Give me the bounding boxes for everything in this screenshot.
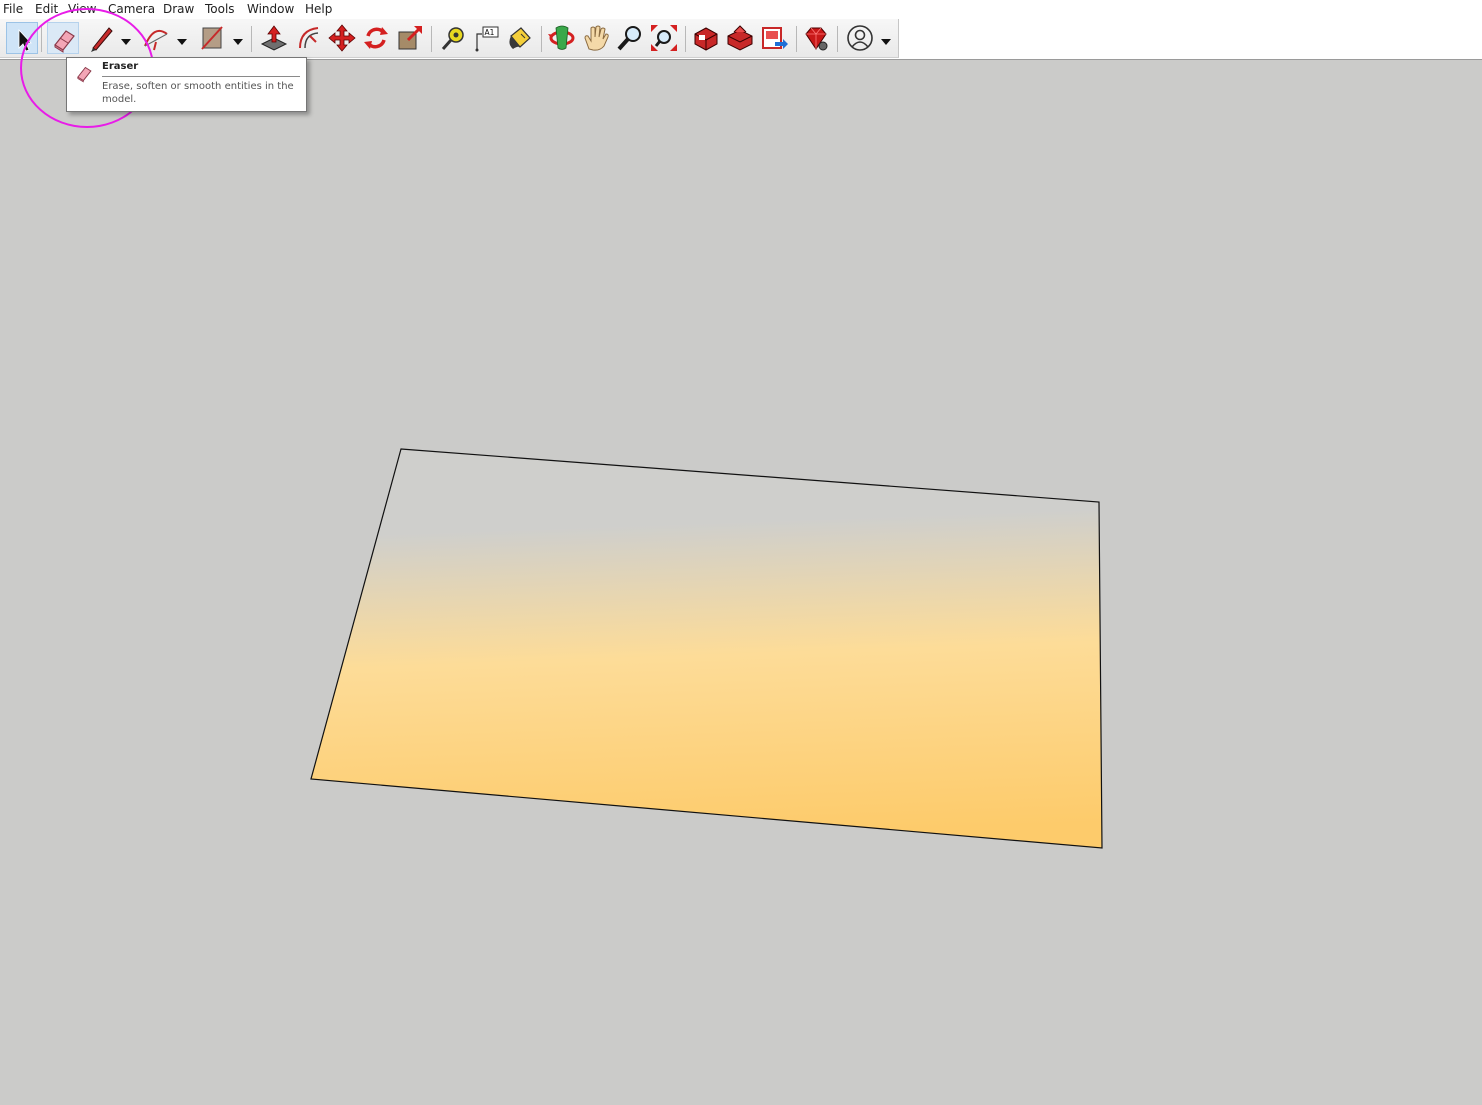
- zoom-extents-icon: [651, 25, 677, 51]
- toolbar-separator: [541, 26, 542, 52]
- chevron-down-icon: [177, 39, 187, 45]
- account-dropdown[interactable]: [880, 32, 892, 45]
- send-to-layout-button[interactable]: [758, 22, 790, 54]
- zoom-extents-tool-button[interactable]: [648, 22, 680, 54]
- orbit-icon: [548, 25, 575, 50]
- tape-measure-tool-button[interactable]: [437, 22, 469, 54]
- orbit-tool-button[interactable]: [546, 22, 578, 54]
- offset-tool-button[interactable]: [292, 22, 324, 54]
- rectangle-icon: [201, 26, 223, 50]
- move-tool-button[interactable]: [326, 22, 358, 54]
- extension-warehouse-icon: [727, 25, 753, 51]
- push-pull-icon: [260, 25, 288, 51]
- eraser-tooltip: Eraser Erase, soften or smooth entities …: [66, 57, 307, 112]
- text-icon: A1: [475, 26, 499, 52]
- rotate-tool-button[interactable]: [360, 22, 392, 54]
- menu-edit[interactable]: Edit: [35, 2, 58, 16]
- menu-help[interactable]: Help: [305, 2, 332, 16]
- scale-icon: [398, 26, 422, 50]
- chevron-down-icon: [233, 39, 243, 45]
- zoom-tool-button[interactable]: [614, 22, 646, 54]
- extension-manager-button[interactable]: [800, 22, 832, 54]
- menu-draw[interactable]: Draw: [163, 2, 194, 16]
- push-pull-tool-button[interactable]: [258, 22, 290, 54]
- chevron-down-icon: [881, 39, 891, 45]
- rotate-icon: [364, 27, 388, 49]
- warehouse-icon: [694, 27, 718, 51]
- toolbar-separator: [837, 26, 838, 52]
- arc-dropdown[interactable]: [176, 32, 188, 45]
- text-tool-glyph: A1: [485, 28, 495, 37]
- paint-bucket-icon: [509, 27, 531, 49]
- tooltip-description: Erase, soften or smooth entities in the …: [102, 81, 294, 105]
- toolbar-separator: [431, 26, 432, 52]
- rectangle-dropdown[interactable]: [232, 32, 244, 45]
- pan-hand-icon: [584, 25, 609, 51]
- menu-window[interactable]: Window: [247, 2, 294, 16]
- extension-warehouse-button[interactable]: [724, 22, 756, 54]
- eraser-icon: [77, 66, 92, 83]
- ruby-gem-icon: [805, 27, 828, 51]
- menu-bar: File Edit View Camera Draw Tools Window …: [0, 0, 1482, 19]
- toolbar-row: A1: [0, 19, 1482, 60]
- scale-tool-button[interactable]: [394, 22, 426, 54]
- tape-measure-icon: [441, 27, 464, 50]
- tooltip-title: Eraser: [102, 61, 139, 72]
- text-tool-button[interactable]: A1: [471, 22, 503, 54]
- toolbar-separator: [685, 26, 686, 52]
- send-to-layout-icon: [762, 27, 788, 49]
- move-icon: [328, 24, 356, 52]
- rectangle-tool-button[interactable]: [196, 22, 228, 54]
- zoom-icon: [617, 26, 641, 51]
- model-viewport[interactable]: [0, 60, 1482, 1105]
- user-account-icon: [847, 25, 873, 51]
- warehouse-button[interactable]: [690, 22, 722, 54]
- toolbar-separator: [251, 26, 252, 52]
- menu-file[interactable]: File: [3, 2, 23, 16]
- tooltip-divider: [102, 76, 300, 77]
- pan-tool-button[interactable]: [580, 22, 612, 54]
- offset-icon: [299, 27, 319, 49]
- toolbar-separator: [796, 26, 797, 52]
- menu-tools[interactable]: Tools: [205, 2, 235, 16]
- paint-bucket-tool-button[interactable]: [503, 22, 535, 54]
- rectangle-face[interactable]: [310, 448, 1103, 849]
- account-button[interactable]: [844, 22, 876, 54]
